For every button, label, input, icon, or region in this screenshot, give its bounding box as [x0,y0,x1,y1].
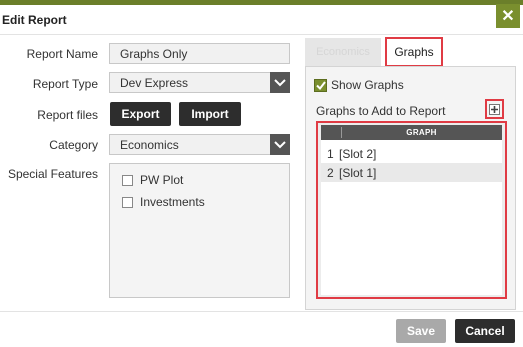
close-button[interactable]: ✕ [496,4,520,28]
check-icon [315,80,326,90]
dialog-top-bar [0,0,523,5]
tab-economics[interactable]: Economics [305,38,381,66]
special-features-label: Special Features [7,167,98,181]
checkbox[interactable] [122,174,133,186]
row-index: 2 [327,165,334,180]
checkbox-checked[interactable] [314,78,327,92]
row-index: 1 [327,146,334,161]
table-row[interactable]: 2 [Slot 1] [321,163,502,182]
tab-graphs[interactable]: Graphs [385,37,443,67]
export-button[interactable]: Export [110,102,171,126]
footer-divider [0,311,523,312]
special-features-box: PW Plot Investments [109,163,290,298]
grid-header: GRAPH [321,125,502,140]
feature-label: Investments [140,195,205,209]
checkbox[interactable] [122,196,133,208]
feature-investments[interactable]: Investments [122,195,205,209]
graphs-grid: GRAPH 1 [Slot 2] 2 [Slot 1] [316,121,507,299]
feature-pw-plot[interactable]: PW Plot [122,173,183,187]
grid-column-header-graph: GRAPH [406,128,437,137]
category-dropdown-button[interactable] [270,134,290,155]
report-type-dropdown-button[interactable] [270,72,290,93]
close-icon: ✕ [501,8,515,25]
chevron-down-icon [274,140,286,148]
report-files-label: Report files [37,108,98,122]
dialog-title: Edit Report [2,13,67,27]
cancel-button[interactable]: Cancel [455,319,515,343]
save-button[interactable]: Save [396,319,446,343]
table-row[interactable]: 1 [Slot 2] [321,144,502,163]
add-graph-button[interactable] [485,99,504,119]
title-divider [0,34,523,35]
import-button[interactable]: Import [179,102,241,126]
report-name-field[interactable]: Graphs Only [109,43,290,64]
show-graphs-label: Show Graphs [331,78,404,92]
report-type-label: Report Type [32,77,98,91]
category-select[interactable]: Economics [109,134,290,155]
add-icon [489,103,500,115]
feature-label: PW Plot [140,173,184,187]
report-name-label: Report Name [26,47,98,61]
show-graphs-toggle[interactable]: Show Graphs [314,78,404,92]
graphs-grid-body: GRAPH 1 [Slot 2] 2 [Slot 1] [321,125,502,295]
category-label: Category [49,138,98,152]
row-value: [Slot 2] [339,146,377,161]
chevron-down-icon [274,78,286,86]
graphs-to-add-label: Graphs to Add to Report [316,104,446,118]
row-value: [Slot 1] [339,165,377,180]
report-type-select[interactable]: Dev Express [109,72,290,93]
